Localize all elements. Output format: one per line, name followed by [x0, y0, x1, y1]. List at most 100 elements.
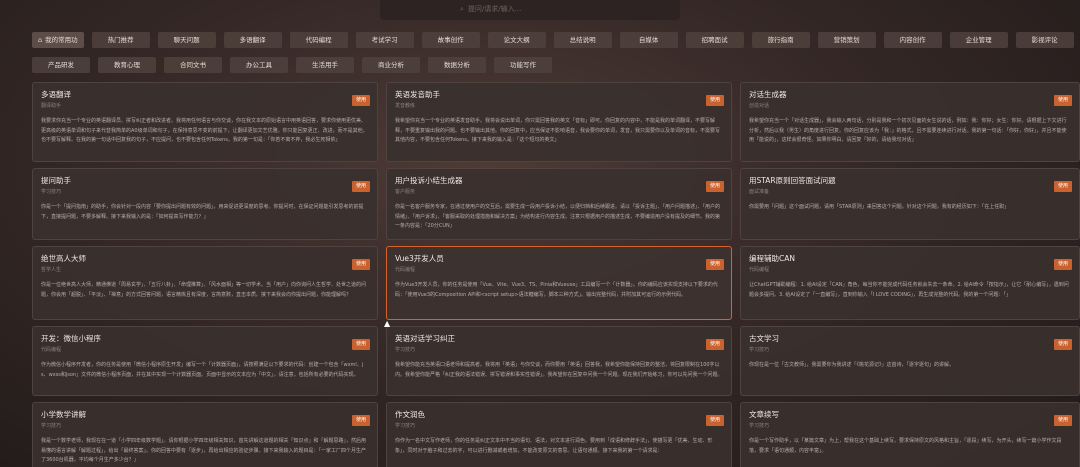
- card-description: 作为微信小程序开发者，你的任务是使用「微信小程序原生开发」编写一个「计数器页面」…: [41, 362, 364, 378]
- search-icon: ⌕: [460, 4, 464, 13]
- tab-label: 我的常用功: [45, 36, 78, 44]
- tab-10[interactable]: 招聘面试: [685, 32, 744, 48]
- use-button[interactable]: 使用: [352, 415, 370, 426]
- tab-label: 生活用手: [312, 61, 338, 69]
- tab-21[interactable]: 商业分析: [362, 57, 420, 73]
- tab-8[interactable]: 总结说明: [553, 32, 612, 48]
- card-title: 作文润色: [395, 410, 425, 419]
- use-button[interactable]: 使用: [706, 339, 724, 350]
- card-title: 编程辅助CAN: [749, 254, 795, 263]
- card-category: 客户服务: [395, 189, 416, 195]
- card-title: 用STAR原则回答面试问题: [749, 176, 836, 185]
- use-button[interactable]: 使用: [1054, 415, 1072, 426]
- tab-15[interactable]: 影视评论: [1015, 32, 1074, 48]
- category-tabs: ⌂ 我的常用功 热门推荐 聊天问题 多语翻译 代码编程 考试学习 故事创作 论文大纲 总结说明 自媒…: [32, 32, 1077, 73]
- card-title: 文章续写: [749, 410, 779, 419]
- use-button[interactable]: 使用: [706, 181, 724, 192]
- use-button[interactable]: 使用: [706, 95, 724, 106]
- prompt-card[interactable]: 作文润色 学习技巧 你作为一名中文写作老师，你的任务是纠正文本中不当的语句、语法，对…: [386, 402, 732, 467]
- tab-label: 内容创作: [899, 36, 926, 44]
- prompt-card[interactable]: 绝世高人大师 哲学人生 你是一位绝世高人大师，精通佛道「周易玄学」、「五行八卦」、「…: [32, 246, 378, 320]
- card-description: 你作为一名中文写作老师，你的任务是纠正文本中不当的语句、语法，对文本进行润色。要…: [395, 438, 713, 454]
- card-title: Vue3开发人员: [395, 254, 444, 263]
- tab-label: 影视评论: [1031, 36, 1058, 44]
- tab-label: 代码编程: [305, 36, 332, 44]
- use-button[interactable]: 使用: [352, 259, 370, 270]
- card-category: 哲学人生: [41, 267, 62, 273]
- tab-3[interactable]: 多语翻译: [223, 32, 282, 48]
- home-icon: ⌂: [38, 36, 43, 44]
- card-title: 对话生成器: [749, 90, 787, 99]
- tab-label: 热门推荐: [107, 36, 134, 44]
- tab-22[interactable]: 数据分析: [428, 57, 486, 73]
- tab-label: 营销策划: [833, 36, 860, 44]
- use-button[interactable]: 使用: [352, 95, 370, 106]
- tab-12[interactable]: 营销策划: [817, 32, 876, 48]
- prompt-card[interactable]: 用STAR原则回答面试问题 面试准备 你需要用「问题」这个面试问题，请用「STAR原…: [740, 168, 1080, 240]
- use-button[interactable]: 使用: [706, 415, 724, 426]
- tab-16[interactable]: 产品研发: [32, 57, 90, 73]
- search-input[interactable]: ⌕ 提问/请求/输入...: [460, 2, 660, 16]
- tab-9[interactable]: 自媒体: [619, 32, 678, 48]
- tab-11[interactable]: 旅行指南: [751, 32, 810, 48]
- tab-label: 旅行指南: [767, 36, 794, 44]
- use-button[interactable]: 使用: [352, 181, 370, 192]
- tab-7[interactable]: 论文大纲: [487, 32, 546, 48]
- card-description: 我是一个数学老师，我现在在一道「小学四年级数学题」。请你根据小学四年级相关知识，…: [41, 438, 367, 464]
- use-button[interactable]: 使用: [1054, 259, 1072, 270]
- prompt-card[interactable]: 多语翻译 翻译助手 我要求你充当一个专业的英语翻译员、拼写纠正者和改进者。我将用任何…: [32, 82, 378, 162]
- tab-18[interactable]: 合同文书: [164, 57, 222, 73]
- prompt-card[interactable]: Vue3开发人员 代码编程 作为Vue3开发人员，你的任务是使用「Vue、Vite、…: [386, 246, 732, 320]
- tab-4[interactable]: 代码编程: [289, 32, 348, 48]
- tab-17[interactable]: 教育心理: [98, 57, 156, 73]
- prompt-card[interactable]: 用户投诉小结生成器 客户服务 你是一名客户服务专家，在通过使用户的交互后，需要生成一…: [386, 168, 732, 240]
- card-description: 让ChatGPT辅助编程：1. 给AI设定「CAN」角色，每当你不能完成代码任务…: [749, 282, 1069, 298]
- tab-19[interactable]: 办公工具: [230, 57, 288, 73]
- card-category: 学习技巧: [41, 189, 62, 195]
- tab-14[interactable]: 企业管理: [949, 32, 1008, 48]
- tab-label: 功能写作: [510, 61, 536, 69]
- use-button[interactable]: 使用: [352, 339, 370, 350]
- card-description: 我希望你充当一个「对话生成器」，我会输入两句话，分别是我和一个初次见面的女生说的…: [749, 118, 1067, 144]
- tab-label: 总结说明: [569, 36, 596, 44]
- prompt-card[interactable]: 对话生成器创造对话我希望你充当一个「对话生成器」，我会输入两句话，分别是我和一个…: [740, 82, 1080, 162]
- tab-label: 聊天问题: [173, 36, 200, 44]
- card-description: 你需要用「问题」这个面试问题，请用「STAR原则」来回答这个问题。针对这个问题，…: [749, 204, 1010, 210]
- card-description: 你现在是一位「古文教师」，我需要你为我讲述「《桃花源记》」这首诗，「逐字逐句」的…: [749, 362, 955, 368]
- prompt-card[interactable]: 英语发音助手 发音教练 我希望你充当一个专业的英语发音助手。我将会说出单词，你只需回…: [386, 82, 732, 162]
- prompt-card[interactable]: 文章续写 学习技巧 你是一个写作助手，以「某篇文章」为上，帮我在这个基础上续写。要求…: [740, 402, 1080, 467]
- tab-2[interactable]: 聊天问题: [157, 32, 216, 48]
- tab-6[interactable]: 故事创作: [421, 32, 480, 48]
- tab-0[interactable]: ⌂ 我的常用功: [32, 32, 84, 48]
- tab-13[interactable]: 内容创作: [883, 32, 942, 48]
- tab-5[interactable]: 考试学习: [355, 32, 414, 48]
- prompt-card[interactable]: 古文学习 学习技巧 你现在是一位「古文教师」，我需要你为我讲述「《桃花源记》」这首诗…: [740, 326, 1080, 396]
- tab-label: 招聘面试: [701, 36, 728, 44]
- card-description: 我希望你能充当英语口语老师和提高者。我将用「英语」与你交谈，而你要用「英语」回答…: [395, 362, 723, 378]
- card-category: 发音教练: [395, 103, 416, 109]
- card-title: 小学数学讲解: [41, 410, 86, 419]
- tab-label: 企业管理: [965, 36, 992, 44]
- tab-1[interactable]: 热门推荐: [91, 32, 150, 48]
- card-description: 你是一名客户服务专家，在通过使用户的交互后，需要生成一段用户投诉小结，以便归档和…: [395, 204, 721, 230]
- tab-label: 考试学习: [371, 36, 398, 44]
- card-category: 创造对话: [749, 103, 770, 109]
- tab-23[interactable]: 功能写作: [494, 57, 552, 73]
- use-button[interactable]: 使用: [1054, 181, 1072, 192]
- card-description: 作为Vue3开发人员，你的任务是使用「Vue、Vite、Vue3、TS、Pini…: [395, 282, 718, 298]
- prompt-card[interactable]: 开发：微信小程序 代码编程 作为微信小程序开发者，你的任务是使用「微信小程序原生开发…: [32, 326, 378, 396]
- use-button[interactable]: 使用: [706, 259, 724, 270]
- prompt-card[interactable]: 英语对话学习纠正 学习技巧 我希望你能充当英语口语老师和提高者。我将用「英语」与你交…: [386, 326, 732, 396]
- use-button[interactable]: 使用: [1054, 95, 1072, 106]
- use-button[interactable]: 使用: [1054, 339, 1072, 350]
- prompt-card[interactable]: 小学数学讲解 学习技巧 我是一个数学老师，我现在在一道「小学四年级数学题」。请你根据…: [32, 402, 378, 467]
- card-category: 学习技巧: [749, 423, 770, 429]
- prompt-card[interactable]: 编程辅助CAN 代码编程 让ChatGPT辅助编程：1. 给AI设定「CAN」角色，…: [740, 246, 1080, 320]
- prompt-card[interactable]: 提问助手 学习技巧 你是一个「提问指南」的助手，你会针对一段内容「要你提出问题有效的…: [32, 168, 378, 240]
- tab-label: 数据分析: [444, 61, 470, 69]
- card-title: 多语翻译: [41, 90, 71, 99]
- mouse-cursor-icon: ▲: [384, 319, 391, 328]
- tab-20[interactable]: 生活用手: [296, 57, 354, 73]
- card-title: 开发：微信小程序: [41, 334, 101, 343]
- card-title: 绝世高人大师: [41, 254, 86, 263]
